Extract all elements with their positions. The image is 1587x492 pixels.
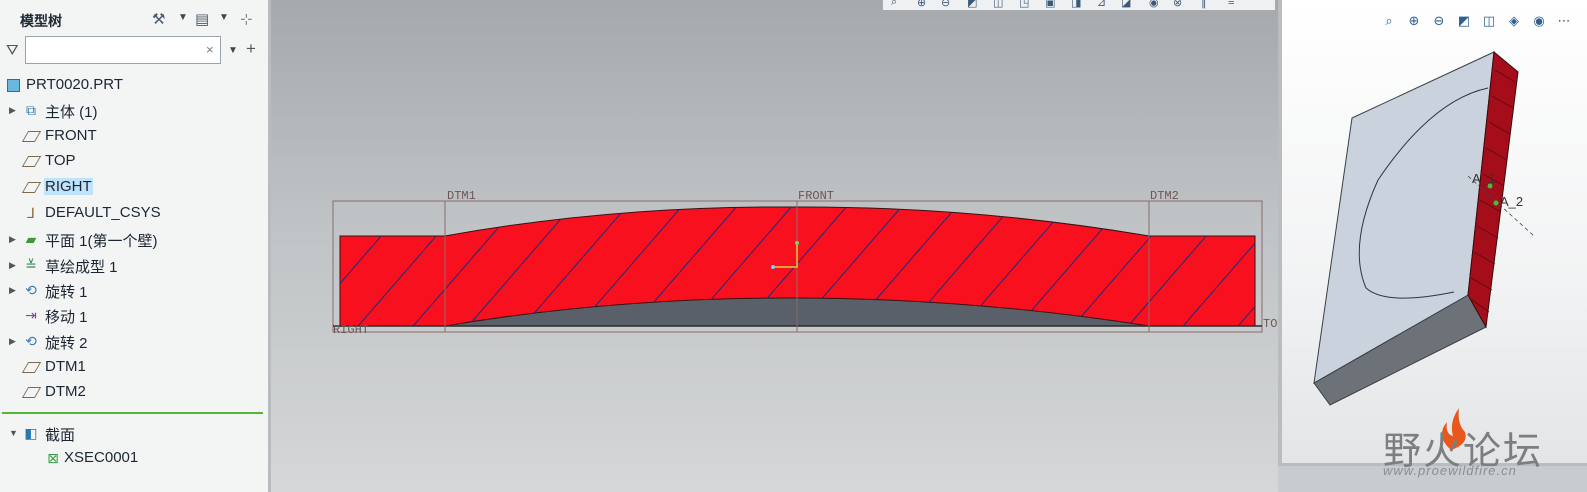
expand-icon[interactable]: ▶ xyxy=(9,234,16,245)
part-icon xyxy=(4,76,22,94)
part-3d-model: A_1 A_2 xyxy=(1313,51,1535,406)
tree-item-wall[interactable]: ▶ ▰ 平面 1(第一个壁) xyxy=(0,229,265,251)
model-tree-title: 模型树 xyxy=(20,13,62,29)
tree-item-front[interactable]: FRONT xyxy=(0,126,265,148)
csys-icon: ⅃ xyxy=(27,205,35,221)
tree-item-sketch-form[interactable]: ▶ ≚ 草绘成型 1 xyxy=(0,255,265,277)
display-style-icon[interactable]: ▣ xyxy=(1045,0,1055,9)
tree-item-label: 旋转 1 xyxy=(45,284,88,301)
sketch-form-icon: ≚ xyxy=(25,257,37,273)
tree-item-dtm1[interactable]: DTM1 xyxy=(0,357,265,379)
tree-item-dtm2[interactable]: DTM2 xyxy=(0,382,265,404)
tree-item-label: 移动 1 xyxy=(45,309,88,326)
reorient-icon[interactable]: ◫ xyxy=(993,0,1003,9)
datum-display-icon[interactable]: ⊿ xyxy=(1097,0,1106,9)
axis-a2-point xyxy=(1493,200,1499,206)
datum-plane-icon xyxy=(21,152,41,170)
show-hide-icon[interactable]: ⊹ xyxy=(240,10,253,28)
tree-item-revolve-2[interactable]: ▶ ⟲ 旋转 2 xyxy=(0,331,265,353)
axis-a2-label: A_2 xyxy=(1500,194,1523,209)
tree-item-label: XSEC0001 xyxy=(64,449,139,466)
datum-plane-icon xyxy=(21,383,41,401)
expand-icon[interactable]: ▶ xyxy=(9,336,16,347)
tree-item-revolve-1[interactable]: ▶ ⟲ 旋转 1 xyxy=(0,280,265,302)
csys-axis-dot xyxy=(795,241,799,245)
tree-item-label: RIGHT xyxy=(44,178,93,195)
csys-origin-dot xyxy=(771,265,775,269)
preview-3d-view[interactable]: ⌕ ⊕ ⊖ ◩ ◫ ◈ ◉ ⋯ A_1 A_2 xyxy=(1278,0,1587,466)
clear-search-icon[interactable]: × xyxy=(206,42,214,57)
tree-item-label: DEFAULT_CSYS xyxy=(45,204,161,221)
tree-item-label: 主体 (1) xyxy=(45,104,98,121)
main-graphics-view[interactable]: DTM1 FRONT DTM2 RIGHT TOP ⌕ ⊕ ⊖ ◩ ◫ ◳ ▣ … xyxy=(271,0,1278,492)
tree-item-label: 截面 xyxy=(45,427,76,444)
right-label: RIGHT xyxy=(333,323,369,337)
tools-dropdown-icon[interactable]: ▼ xyxy=(178,12,188,23)
annotation-display-icon[interactable]: ◪ xyxy=(1121,0,1131,9)
zoom-in-icon[interactable]: ⊕ xyxy=(917,0,926,9)
search-input[interactable] xyxy=(25,36,221,64)
expand-icon[interactable]: ▶ xyxy=(9,285,16,296)
forum-watermark: 野火论坛 www.proewildfire.cn xyxy=(1383,406,1553,484)
layers-icon[interactable]: ≡ xyxy=(1228,0,1234,8)
watermark-url: www.proewildfire.cn xyxy=(1383,463,1517,478)
expand-icon[interactable]: ▶ xyxy=(9,260,16,271)
spin-center-icon[interactable]: ⊗ xyxy=(1173,0,1182,9)
tree-item-label: 草绘成型 1 xyxy=(45,259,118,276)
dtm2-label: DTM2 xyxy=(1150,189,1179,203)
body-icon: ⧉ xyxy=(26,102,36,118)
saved-views-icon[interactable]: ◳ xyxy=(1019,0,1029,9)
graphics-toolbar: ⌕ ⊕ ⊖ ◩ ◫ ◳ ▣ ◨ ⊿ ◪ ◉ ⊗ ∥ ≡ xyxy=(882,0,1276,11)
tree-item-label: DTM2 xyxy=(45,383,86,400)
datum-plane-icon xyxy=(21,358,41,376)
tree-item-label: DTM1 xyxy=(45,358,86,375)
tools-icon[interactable]: ⚒ xyxy=(152,10,165,28)
search-options-dropdown-icon[interactable]: ▼ xyxy=(228,45,238,56)
model-tree-panel: 模型树 ⚒ ▼ ▤ ▼ ⊹ ⛛ × ▼ + PRT0020.PRT ▶ ⧉ 主体… xyxy=(0,0,271,492)
view-manager-icon[interactable]: ◨ xyxy=(1071,0,1081,9)
settings-dropdown-icon[interactable]: ▼ xyxy=(219,12,229,23)
move-icon: ⇥ xyxy=(25,307,37,323)
tree-item-label: 平面 1(第一个壁) xyxy=(45,233,158,250)
tree-item-body[interactable]: ▶ ⧉ 主体 (1) xyxy=(0,100,265,122)
refit-icon[interactable]: ⌕ xyxy=(891,0,897,9)
visibility-icon[interactable]: ◉ xyxy=(1149,0,1159,9)
datum-plane-icon xyxy=(21,178,41,196)
zoom-out-icon[interactable]: ⊖ xyxy=(941,0,950,9)
filter-icon[interactable]: ⛛ xyxy=(6,42,19,59)
collapse-icon[interactable]: ▼ xyxy=(9,428,18,438)
tree-item-part[interactable]: PRT0020.PRT xyxy=(0,75,265,97)
datum-plane-icon xyxy=(21,127,41,145)
expand-icon[interactable]: ▶ xyxy=(9,105,16,116)
cross-section-drawing: DTM1 FRONT DTM2 RIGHT TOP xyxy=(332,189,1278,337)
settings-document-icon[interactable]: ▤ xyxy=(195,10,209,28)
revolve-icon: ⟲ xyxy=(25,333,37,349)
section-folder-icon: ◧ xyxy=(24,425,38,441)
tree-item-default-csys[interactable]: ⅃ DEFAULT_CSYS xyxy=(0,203,265,225)
tree-item-move-1[interactable]: ⇥ 移动 1 xyxy=(0,305,265,327)
dtm1-label: DTM1 xyxy=(447,189,476,203)
tree-divider xyxy=(2,412,263,414)
tree-item-label: 旋转 2 xyxy=(45,335,88,352)
model-tree-header: 模型树 ⚒ ▼ ▤ ▼ ⊹ xyxy=(0,0,268,36)
tree-item-top[interactable]: TOP xyxy=(0,151,265,173)
revolve-icon: ⟲ xyxy=(25,282,37,298)
tree-item-xsec0001[interactable]: ⊠ XSEC0001 xyxy=(0,448,265,470)
sheetmetal-wall-icon: ▰ xyxy=(25,231,37,247)
tree-item-sections[interactable]: ▼ ◧ 截面 xyxy=(0,423,265,445)
front-label: FRONT xyxy=(798,189,834,203)
pause-icon[interactable]: ∥ xyxy=(1201,0,1207,9)
axis-a1-label: A_1 xyxy=(1472,171,1495,186)
tree-item-label: PRT0020.PRT xyxy=(26,76,123,93)
tree-item-label: FRONT xyxy=(45,127,97,144)
repaint-icon[interactable]: ◩ xyxy=(967,0,977,9)
top-label: TOP xyxy=(1263,317,1278,331)
xsection-icon: ⊠ xyxy=(47,450,59,466)
tree-item-right[interactable]: RIGHT xyxy=(0,177,265,199)
add-icon[interactable]: + xyxy=(246,39,256,59)
tree-item-label: TOP xyxy=(45,152,76,169)
